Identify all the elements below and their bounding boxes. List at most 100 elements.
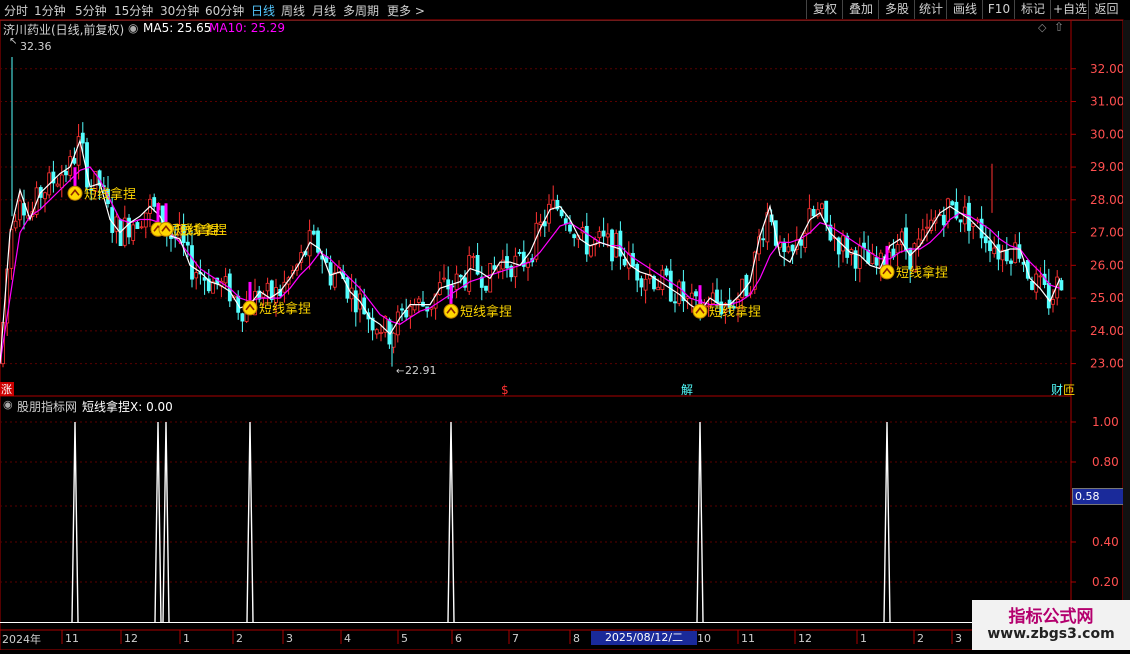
- indicator-tick-label: 0.40: [1092, 535, 1119, 549]
- candle-body: [820, 203, 824, 209]
- candle-body: [1051, 299, 1055, 305]
- candle-body: [374, 329, 379, 335]
- candle-body: [551, 199, 556, 209]
- finance-marker[interactable]: 财: [1051, 383, 1063, 397]
- candle-body: [454, 273, 459, 290]
- candle-body: [958, 219, 963, 223]
- signal-badge-icon: [443, 303, 459, 319]
- indicator-spike: [246, 421, 254, 623]
- time-axis: 11 12 1 2 3 4 5 6 7 8 10 11 12 1 2 3: [61, 630, 962, 645]
- candle-body: [131, 224, 136, 241]
- high-arrow-icon: ↖: [9, 36, 17, 47]
- zhang-marker[interactable]: 涨: [1, 383, 12, 396]
- candle-body: [59, 174, 64, 189]
- candle-body: [265, 282, 270, 292]
- month-label: 5: [401, 632, 408, 645]
- candle-body: [950, 201, 955, 206]
- candle-body: [442, 277, 446, 280]
- candle-body: [517, 251, 522, 255]
- candle-body: [597, 231, 602, 239]
- candle-body: [240, 313, 245, 322]
- candle-body: [332, 272, 337, 288]
- month-label: 3: [955, 632, 962, 645]
- candle-body: [43, 192, 47, 200]
- candle-body: [152, 197, 157, 207]
- price-tick-label: 28.00: [1090, 193, 1124, 207]
- candle-body: [467, 255, 472, 292]
- candle-body: [412, 304, 417, 311]
- candle-body: [500, 259, 505, 270]
- candle-body: [17, 200, 22, 221]
- candle-body: [1004, 249, 1009, 262]
- candle-body: [605, 233, 610, 238]
- candle-body: [194, 272, 199, 279]
- signal-label: 短线拿捏: [84, 186, 136, 202]
- candle-body: [584, 225, 589, 255]
- unlock-marker[interactable]: 解: [681, 383, 693, 397]
- month-label: 8: [573, 632, 580, 645]
- candle-body: [64, 170, 68, 176]
- indicator-current-value-box: 0.58: [1072, 488, 1126, 505]
- month-label: 2: [236, 632, 243, 645]
- month-label: 11: [65, 632, 79, 645]
- candle-body: [790, 244, 795, 252]
- candle-body: [127, 217, 131, 238]
- candle-body: [656, 286, 661, 291]
- candle-body: [379, 332, 383, 334]
- candles: [1, 56, 1064, 368]
- watermark-title: 指标公式网: [1008, 607, 1094, 627]
- candle-body: [1038, 275, 1043, 278]
- extra-marker[interactable]: 匝: [1063, 383, 1075, 397]
- indicator-tick-label: 1.00: [1092, 415, 1119, 429]
- month-label: 4: [344, 632, 351, 645]
- candle-body: [715, 289, 719, 303]
- candle-body: [824, 200, 829, 223]
- price-axis: 32.00 31.00 30.00 29.00 28.00 27.00 26.00 25.00…: [1071, 62, 1124, 589]
- right-scroll-edge[interactable]: [1123, 20, 1130, 650]
- candle-body: [139, 226, 144, 229]
- chart-area[interactable]: 短线拿捏 短线拿捏 短线拿捏 短线拿捏 短线拿捏 短线拿捏 短线拿捏 32.00 31.00 3…: [0, 0, 1130, 654]
- indicator-spikes: [0, 421, 1070, 623]
- candle-body: [694, 291, 698, 297]
- candle-body: [895, 244, 900, 254]
- month-label: 2: [917, 632, 924, 645]
- signal-label: 短线拿捏: [896, 265, 948, 281]
- candle-body: [660, 269, 665, 290]
- candle-body: [223, 276, 228, 284]
- candle-body: [601, 230, 606, 237]
- candle-body: [677, 281, 682, 304]
- candle-body: [874, 257, 879, 266]
- indicator-tick-label: 0.80: [1092, 455, 1119, 469]
- month-label: 3: [286, 632, 293, 645]
- price-tick-label: 32.00: [1090, 62, 1124, 76]
- indicator-spike: [154, 421, 162, 623]
- low-arrow-icon: ←: [396, 366, 404, 377]
- year-label: 2024年: [2, 633, 41, 646]
- month-label: 6: [455, 632, 462, 645]
- candle-body: [13, 220, 18, 229]
- candle-body: [941, 214, 946, 226]
- candle-body: [1013, 242, 1018, 264]
- candle-body: [185, 241, 190, 246]
- dividend-marker[interactable]: $: [501, 383, 509, 397]
- candle-body: [689, 292, 694, 299]
- signal-badge-icon: [242, 300, 258, 316]
- month-label: 7: [512, 632, 519, 645]
- price-tick-label: 27.00: [1090, 226, 1124, 240]
- candle-body: [946, 198, 950, 222]
- watermark-logo: 指标公式网 www.zbgs3.com: [972, 600, 1130, 650]
- candle-body: [446, 279, 451, 290]
- candle-body: [353, 290, 358, 313]
- candle-body: [471, 256, 476, 259]
- candle-body: [80, 132, 85, 144]
- kline-chart-svg[interactable]: 短线拿捏短线拿捏短线拿捏短线拿捏 短线拿捏 短线拿捏短线拿捏 32.0031.003…: [0, 0, 1130, 651]
- candle-body: [988, 240, 992, 252]
- candle-body: [740, 278, 745, 298]
- candle-body: [122, 217, 127, 246]
- candle-body: [761, 238, 766, 241]
- month-label: 1: [860, 632, 867, 645]
- candle-body: [979, 218, 984, 239]
- candle-body: [484, 285, 488, 291]
- candle-body: [857, 245, 862, 269]
- candle-body: [572, 234, 577, 239]
